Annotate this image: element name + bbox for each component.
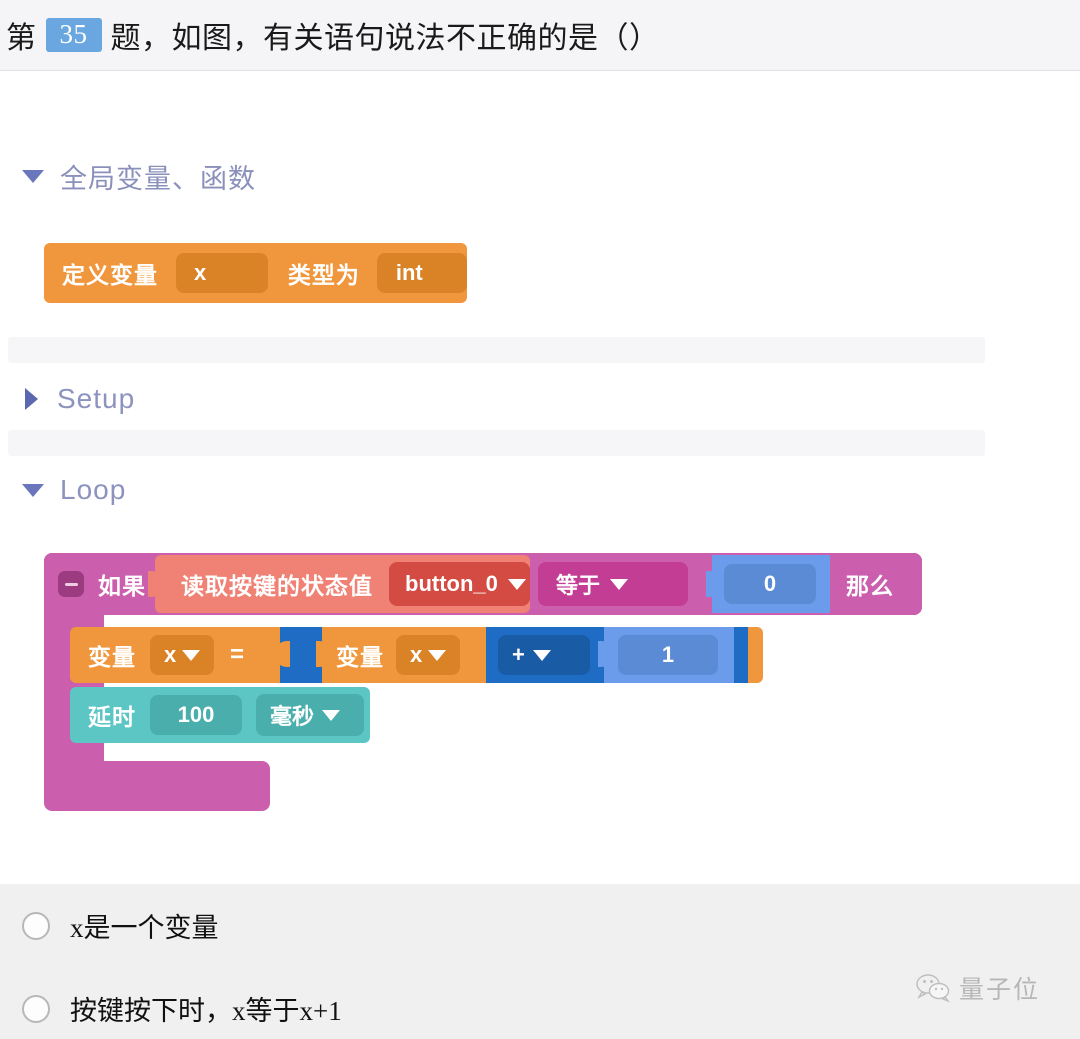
radio-button-a[interactable]: [22, 911, 50, 940]
compare-value-block[interactable]: 0: [712, 555, 830, 613]
blockly-workspace[interactable]: 全局变量、函数 定义变量 x 类型为 int Setup Loop 如果 读取按…: [0, 71, 1080, 884]
minus-icon[interactable]: [58, 571, 84, 597]
then-label-block: 那么: [830, 553, 922, 615]
section-header-setup[interactable]: Setup: [0, 380, 135, 418]
equals-sign: =: [230, 641, 246, 668]
delay-label: 延时: [88, 704, 136, 730]
comparison-operator-dropdown[interactable]: 等于: [538, 562, 688, 606]
read-button-state-block[interactable]: 读取按键的状态值 button_0: [155, 555, 530, 613]
section-label-globals: 全局变量、函数: [60, 163, 256, 194]
then-label: 那么: [846, 573, 894, 599]
chevron-down-icon-arith[interactable]: [532, 649, 551, 661]
section-label-setup: Setup: [57, 383, 136, 414]
section-header-globals[interactable]: 全局变量、函数: [0, 157, 256, 195]
delay-unit-dropdown[interactable]: 毫秒: [256, 694, 364, 736]
chevron-down-icon-operator[interactable]: [610, 578, 629, 590]
operand-variable-block[interactable]: 变量 x: [322, 627, 486, 683]
addend-field[interactable]: 1: [618, 635, 718, 675]
comparison-block[interactable]: 等于: [530, 555, 712, 613]
delay-unit-value: 毫秒: [270, 704, 315, 729]
button-pin-dropdown[interactable]: button_0: [389, 562, 530, 606]
watermark-text: 量子位: [959, 976, 1041, 1004]
read-button-state-label: 读取按键的状态值: [181, 573, 373, 599]
chevron-down-icon[interactable]: [507, 578, 526, 590]
option-a-text: x是一个变量: [70, 913, 219, 943]
comparison-operator-value: 等于: [556, 573, 601, 598]
triangle-down-icon-loop[interactable]: [22, 483, 44, 497]
watermark: 量子位: [915, 970, 1040, 1006]
assignment-target-value: x: [164, 642, 177, 667]
section-header-loop[interactable]: Loop: [0, 471, 126, 509]
compare-value-field[interactable]: 0: [724, 564, 816, 604]
section-label-loop: Loop: [60, 474, 127, 505]
chevron-down-icon-operand[interactable]: [428, 649, 447, 661]
assignment-target-dropdown[interactable]: x: [150, 635, 214, 675]
define-variable-label: 定义变量: [62, 262, 158, 288]
option-b-text: 按键按下时，x等于x+1: [70, 996, 342, 1026]
arithmetic-operator-value: +: [512, 642, 525, 667]
type-label: 类型为: [287, 262, 360, 288]
answer-options: x是一个变量 按键按下时，x等于x+1: [0, 884, 1080, 1039]
operand-variable-label: 变量: [336, 644, 384, 670]
option-a[interactable]: x是一个变量: [22, 906, 219, 945]
question-header: 第 35 题，如图，有关语句说法不正确的是（）: [0, 0, 1080, 71]
triangle-down-icon[interactable]: [22, 169, 44, 183]
question-prefix: 第: [6, 22, 37, 55]
variable-type-field[interactable]: int: [376, 253, 467, 293]
addend-block[interactable]: 1: [604, 627, 734, 683]
delay-block[interactable]: 延时 100 毫秒: [70, 687, 370, 743]
arithmetic-operator-dropdown[interactable]: +: [498, 635, 590, 675]
chevron-down-icon-unit[interactable]: [322, 709, 341, 721]
radio-button-b[interactable]: [22, 994, 50, 1023]
arith-right-edge: [734, 627, 748, 683]
button-pin-value: button_0: [405, 571, 498, 596]
variable-name-field[interactable]: x: [176, 253, 268, 293]
option-b[interactable]: 按键按下时，x等于x+1: [22, 989, 342, 1028]
chevron-down-icon-target[interactable]: [182, 649, 201, 661]
operand-variable-dropdown[interactable]: x: [396, 635, 460, 675]
triangle-right-icon[interactable]: [25, 388, 38, 410]
question-suffix: 题，如图，有关语句说法不正确的是（）: [110, 22, 660, 55]
wechat-icon: [916, 974, 951, 1003]
question-number-badge: 35: [45, 17, 102, 53]
section-divider-loop: [8, 430, 985, 456]
if-block-bottom-arm: [44, 761, 270, 811]
arithmetic-operator-block[interactable]: +: [486, 627, 604, 683]
if-label: 如果: [98, 573, 146, 599]
define-variable-block[interactable]: 定义变量 x 类型为 int: [44, 243, 467, 303]
section-divider-setup: [8, 337, 985, 363]
assignment-variable-label: 变量: [88, 644, 136, 670]
delay-value-field[interactable]: 100: [150, 695, 242, 735]
question-title: 第 35 题，如图，有关语句说法不正确的是（）: [6, 13, 660, 57]
operand-variable-value: x: [410, 642, 423, 667]
